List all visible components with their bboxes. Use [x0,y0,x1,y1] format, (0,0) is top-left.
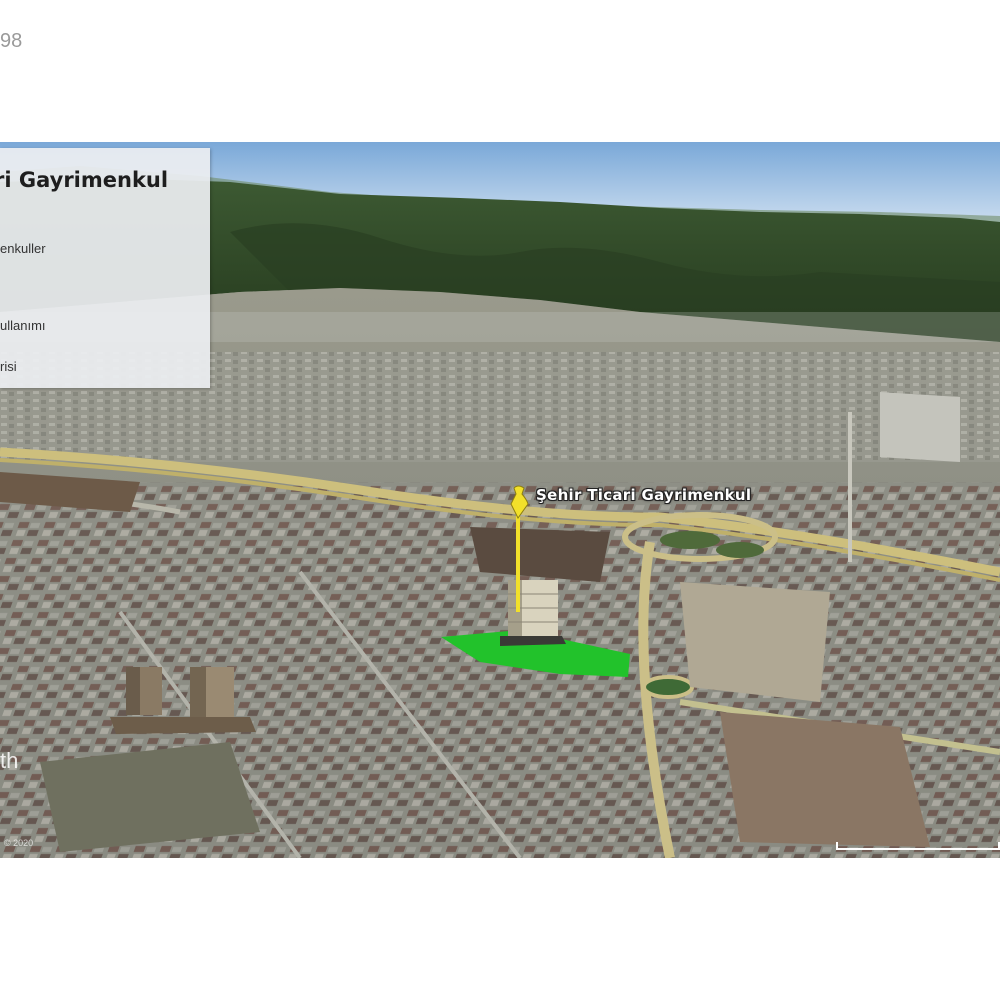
legend-item[interactable]: risi [0,359,17,374]
placemark-label[interactable]: Şehir Ticari Gayrimenkul [536,486,751,504]
legend-item[interactable]: enkuller [0,241,46,256]
legend-panel[interactable]: ri Gayrimenkul enkuller ullanımı risi [0,148,210,388]
scale-bar [836,842,1000,850]
page-number: 98 [0,30,23,52]
legend-title: ri Gayrimenkul [0,168,169,192]
target-building [500,580,566,646]
google-earth-watermark: th [0,748,19,773]
legend-item[interactable]: ullanımı [0,318,46,333]
imagery-copyright: © 2020 [4,838,34,848]
